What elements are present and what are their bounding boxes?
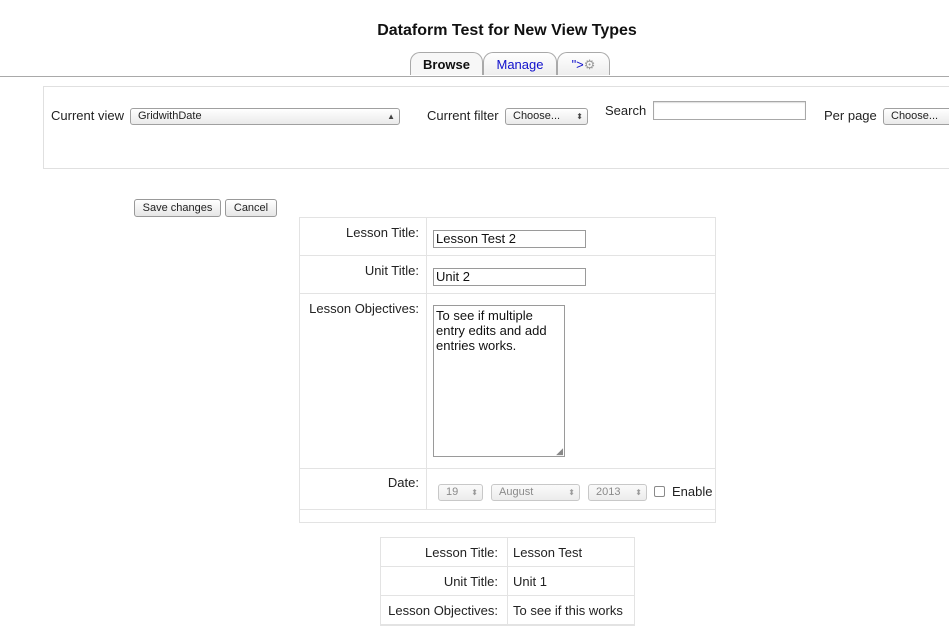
lesson-objectives-text: To see if multiple entry edits and add e…	[436, 308, 547, 353]
search-label: Search	[605, 103, 647, 118]
tab-gear[interactable]: ">⚙	[557, 52, 610, 75]
date-row: Date: 19 ⬍ August ⬍ 2013 ⬍ Enable	[300, 469, 715, 510]
column-divider	[507, 596, 508, 624]
lesson-title-label: Lesson Title:	[346, 225, 419, 240]
current-view-select[interactable]: GridwithDate ▲	[130, 108, 400, 125]
lesson-title-input[interactable]: Lesson Test 2	[433, 230, 586, 248]
column-divider	[426, 256, 427, 293]
tab-gear-label: ">	[571, 57, 584, 72]
select-arrows-icon: ⬍	[568, 488, 575, 497]
select-arrows-icon: ▲	[387, 112, 395, 121]
search-input[interactable]	[653, 101, 806, 120]
tab-browse[interactable]: Browse	[410, 52, 483, 75]
view-lesson-title-label: Lesson Title:	[425, 545, 498, 560]
gear-icon: ⚙	[583, 57, 596, 72]
page-title: Dataform Test for New View Types	[377, 22, 637, 39]
column-divider	[426, 469, 427, 509]
enable-checkbox[interactable]	[654, 486, 665, 497]
unit-title-input[interactable]: Unit 2	[433, 268, 586, 286]
lesson-objectives-label: Lesson Objectives:	[309, 301, 419, 316]
table-row: Lesson Title: Lesson Test	[381, 538, 634, 567]
column-divider	[426, 294, 427, 468]
current-filter-select[interactable]: Choose... ⬍	[505, 108, 588, 125]
unit-title-label: Unit Title:	[364, 263, 419, 278]
column-divider	[426, 218, 427, 255]
current-view-value: GridwithDate	[138, 110, 202, 122]
lesson-title-row: Lesson Title: Lesson Test 2	[300, 218, 715, 256]
table-row: Lesson Objectives: To see if this works	[381, 596, 634, 625]
enable-label: Enable	[672, 484, 713, 499]
filter-panel: Current view GridwithDate ▲ Current filt…	[43, 86, 949, 169]
current-filter-label: Current filter	[427, 108, 499, 123]
cancel-button[interactable]: Cancel	[225, 199, 277, 217]
tab-manage[interactable]: Manage	[483, 52, 557, 75]
view-objectives-label: Lesson Objectives:	[388, 603, 498, 618]
date-day-value: 19	[446, 486, 459, 498]
view-entry-table: Lesson Title: Lesson Test Unit Title: Un…	[380, 537, 635, 626]
tab-bar: Browse Manage ">⚙	[0, 52, 949, 77]
view-objectives-value: To see if this works	[513, 603, 623, 618]
select-arrows-icon: ⬍	[471, 488, 478, 497]
save-changes-button[interactable]: Save changes	[134, 199, 221, 217]
select-arrows-icon: ⬍	[576, 112, 583, 121]
view-unit-title-value: Unit 1	[513, 574, 547, 589]
date-day-select[interactable]: 19 ⬍	[438, 484, 483, 501]
edit-entry-form: Lesson Title: Lesson Test 2 Unit Title: …	[299, 217, 716, 523]
table-row: Unit Title: Unit 1	[381, 567, 634, 596]
view-lesson-title-value: Lesson Test	[513, 545, 583, 560]
lesson-objectives-textarea[interactable]: To see if multiple entry edits and add e…	[433, 305, 565, 457]
unit-title-row: Unit Title: Unit 2	[300, 256, 715, 294]
date-year-value: 2013	[596, 486, 621, 498]
per-page-value: Choose...	[891, 110, 939, 122]
date-year-select[interactable]: 2013 ⬍	[588, 484, 647, 501]
lesson-objectives-row: Lesson Objectives: To see if multiple en…	[300, 294, 715, 469]
select-arrows-icon: ⬍	[635, 488, 642, 497]
date-label: Date:	[387, 475, 419, 490]
resize-grip-icon[interactable]: ◢	[556, 447, 563, 456]
per-page-label: Per page	[824, 108, 877, 123]
current-filter-value: Choose...	[513, 110, 561, 122]
date-month-select[interactable]: August ⬍	[491, 484, 580, 501]
per-page-select[interactable]: Choose...	[883, 108, 949, 125]
column-divider	[507, 538, 508, 566]
date-month-value: August	[499, 486, 534, 498]
view-unit-title-label: Unit Title:	[443, 574, 498, 589]
current-view-label: Current view	[51, 108, 124, 123]
column-divider	[507, 567, 508, 595]
